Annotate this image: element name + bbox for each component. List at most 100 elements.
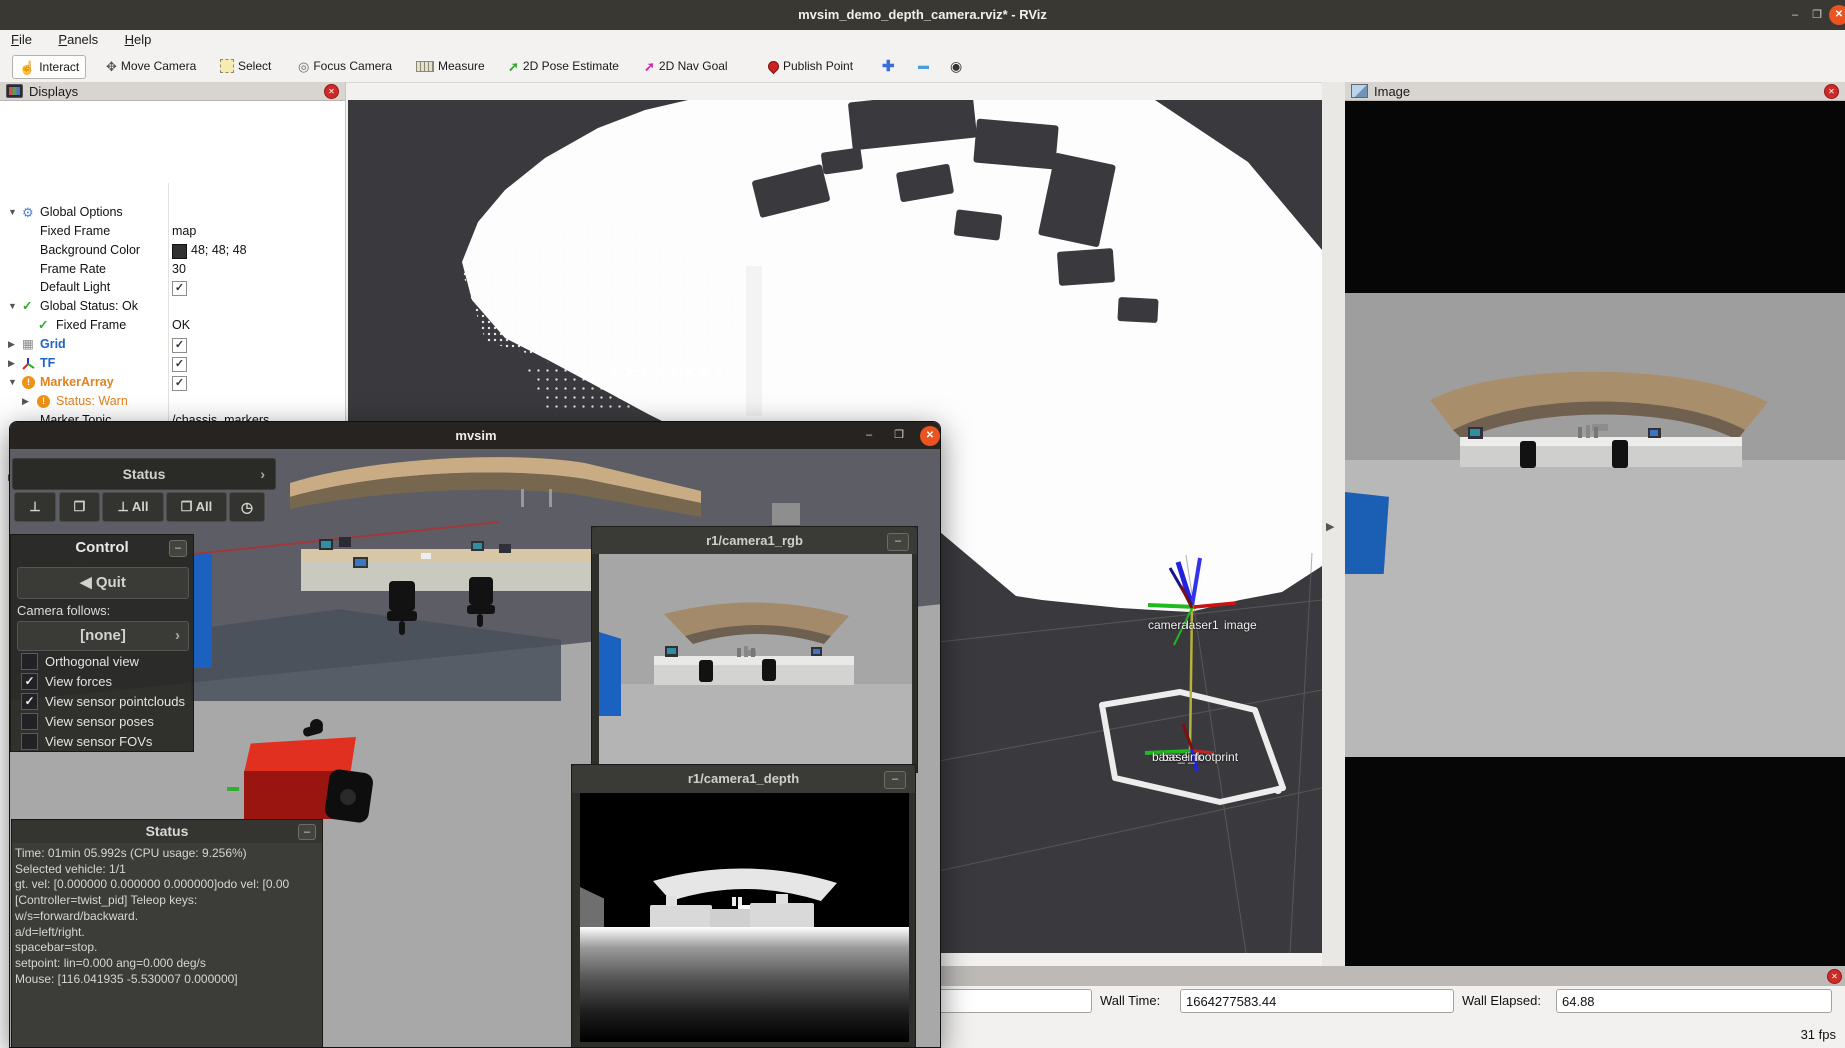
dock-all-button[interactable]: ⊥ All <box>102 492 164 522</box>
tree-row-global-status[interactable]: ▼ ✓ Global Status: Ok <box>0 297 345 316</box>
rgb-monitor-screen <box>667 648 676 654</box>
blue-wall <box>192 554 212 668</box>
grid-checkbox[interactable]: ✓ <box>172 338 187 353</box>
toolbar: ☝ Interact ✥ Move Camera Select ◎ Focus … <box>0 52 1845 83</box>
markerarray-checkbox[interactable]: ✓ <box>172 376 187 391</box>
collapse-arrow-icon[interactable]: ▶ <box>1326 520 1334 533</box>
publish-point-button[interactable]: Publish Point <box>762 55 859 77</box>
tf-axes-base <box>1145 724 1214 772</box>
office-chair <box>467 605 495 614</box>
mvsim-close-icon[interactable]: ✕ <box>920 426 940 446</box>
time-panel-close-icon[interactable] <box>1827 969 1842 984</box>
control-minimize-button[interactable]: – <box>169 540 187 557</box>
nav-goal-button[interactable]: ➚ 2D Nav Goal <box>638 55 734 77</box>
log-line: setpoint: lin=0.000 ang=0.000 deg/s <box>15 956 319 972</box>
window-minimize-icon[interactable]: – <box>1786 7 1804 23</box>
move-camera-button[interactable]: ✥ Move Camera <box>100 55 202 77</box>
remove-display-button[interactable]: ▬ <box>912 55 935 77</box>
menu-help[interactable]: Help <box>116 30 161 49</box>
panel-separator[interactable]: ▶ <box>1322 82 1345 966</box>
status-dropdown-button[interactable]: Status › <box>12 458 276 490</box>
quit-button[interactable]: ◀ Quit <box>17 567 189 599</box>
measure-button[interactable]: Measure <box>410 55 491 77</box>
window-close-icon[interactable]: ✕ <box>1829 5 1845 25</box>
menu-panels[interactable]: Panels <box>49 30 107 49</box>
add-display-button[interactable]: ✚ <box>876 55 901 77</box>
image-close-icon[interactable] <box>1824 84 1839 99</box>
dock-button[interactable]: ⊥ <box>14 492 56 522</box>
move-camera-icon: ✥ <box>106 60 117 73</box>
tree-row-fixed-frame-status[interactable]: ✓ Fixed Frame OK <box>0 316 345 335</box>
window-button[interactable]: ❐ <box>59 492 100 522</box>
displays-panel-title: Displays <box>29 84 78 99</box>
office-chair <box>399 621 405 635</box>
clock-button[interactable]: ◷ <box>229 492 265 522</box>
tree-row-markerarray[interactable]: ▼ ! MarkerArray ✓ <box>0 373 345 392</box>
chevron-right-icon: › <box>260 459 265 489</box>
camera-follows-dropdown[interactable]: [none] › <box>17 621 189 651</box>
laser-scan-point <box>1274 786 1282 794</box>
camera-depth-title: r1/camera1_depth <box>572 765 915 793</box>
tf-checkbox[interactable]: ✓ <box>172 357 187 372</box>
window-maximize-icon[interactable]: ❐ <box>1808 7 1826 23</box>
camera-depth-minimize-button[interactable]: – <box>884 771 906 789</box>
office-chair <box>477 614 483 627</box>
log-line: Time: 01min 05.992s (CPU usage: 9.256%) <box>15 846 319 862</box>
view-forces-checkbox[interactable]: ✓ <box>21 673 38 690</box>
desk-items <box>1578 427 1582 438</box>
depth-floor-gradient <box>580 927 909 1042</box>
log-line: spacebar=stop. <box>15 940 319 956</box>
mvsim-minimize-icon[interactable]: – <box>860 427 878 443</box>
camera-rgb-minimize-button[interactable]: – <box>887 533 909 551</box>
office-chair <box>1520 441 1536 468</box>
displays-close-icon[interactable] <box>324 84 339 99</box>
tree-row-global-options[interactable]: ▼ ⚙ Global Options <box>0 203 345 222</box>
mvsim-window[interactable]: mvsim – ❐ ✕ <box>9 421 941 1048</box>
orthogonal-view-checkbox[interactable] <box>21 653 38 670</box>
image-panel-header[interactable]: Image <box>1345 82 1845 101</box>
monitor-screen <box>355 559 366 566</box>
tree-row-frame-rate[interactable]: Frame Rate 30 <box>0 260 345 279</box>
view-sensor-poses-checkbox[interactable] <box>21 713 38 730</box>
window-all-button[interactable]: ❐ All <box>166 492 227 522</box>
status-log-header[interactable]: Status – <box>12 820 322 843</box>
log-line: w/s=forward/backward. <box>15 909 319 925</box>
office-chair <box>469 577 493 605</box>
rgb-desk-front <box>654 665 854 685</box>
menu-file[interactable]: File <box>2 30 41 49</box>
tree-row-status-warn[interactable]: ▶ ! Status: Warn <box>0 392 345 411</box>
log-line: Selected vehicle: 1/1 <box>15 862 319 878</box>
tree-row-fixed-frame[interactable]: Fixed Frame map <box>0 222 345 241</box>
tree-row-tf[interactable]: ▶ TF ✓ <box>0 354 345 373</box>
status-log-minimize-button[interactable]: – <box>298 824 316 840</box>
mvsim-titlebar[interactable]: mvsim – ❐ ✕ <box>10 422 941 449</box>
tree-row-default-light[interactable]: Default Light ✓ <box>0 278 345 297</box>
view-sensor-fovs-checkbox[interactable] <box>21 733 38 750</box>
wall-elapsed-field[interactable] <box>1556 989 1832 1013</box>
monitor <box>499 544 511 553</box>
select-button[interactable]: Select <box>214 55 277 77</box>
green-check-icon: ✓ <box>38 316 48 335</box>
robot-wheel-hub <box>340 789 356 805</box>
view-sensor-pointclouds-checkbox[interactable]: ✓ <box>21 693 38 710</box>
wall-elapsed-label: Wall Elapsed: <box>1462 988 1541 1013</box>
mvsim-maximize-icon[interactable]: ❐ <box>890 427 908 443</box>
default-light-checkbox[interactable]: ✓ <box>172 281 187 296</box>
desk-top <box>1460 437 1742 446</box>
chevron-right-icon: › <box>175 622 180 650</box>
camera-rgb-window[interactable]: r1/camera1_rgb – <box>591 526 918 773</box>
pose-estimate-button[interactable]: ➚ 2D Pose Estimate <box>502 55 625 77</box>
hanging-post <box>549 489 552 507</box>
log-line: a/d=left/right. <box>15 925 319 941</box>
camera-view-button[interactable]: ◉ <box>944 55 968 77</box>
interact-button[interactable]: ☝ Interact <box>12 55 86 79</box>
desk-front <box>301 561 591 591</box>
camera-depth-window[interactable]: r1/camera1_depth – <box>571 764 916 1048</box>
log-line: gt. vel: [0.000000 0.000000 0.000000]odo… <box>15 877 319 893</box>
wall-time-field[interactable] <box>1180 989 1454 1013</box>
tree-row-grid[interactable]: ▶ ▦ Grid ✓ <box>0 335 345 354</box>
displays-panel-header[interactable]: Displays <box>0 82 345 101</box>
grid-icon: ▦ <box>22 335 34 354</box>
focus-camera-button[interactable]: ◎ Focus Camera <box>292 55 398 77</box>
tree-row-background-color[interactable]: Background Color 48; 48; 48 <box>0 241 345 260</box>
